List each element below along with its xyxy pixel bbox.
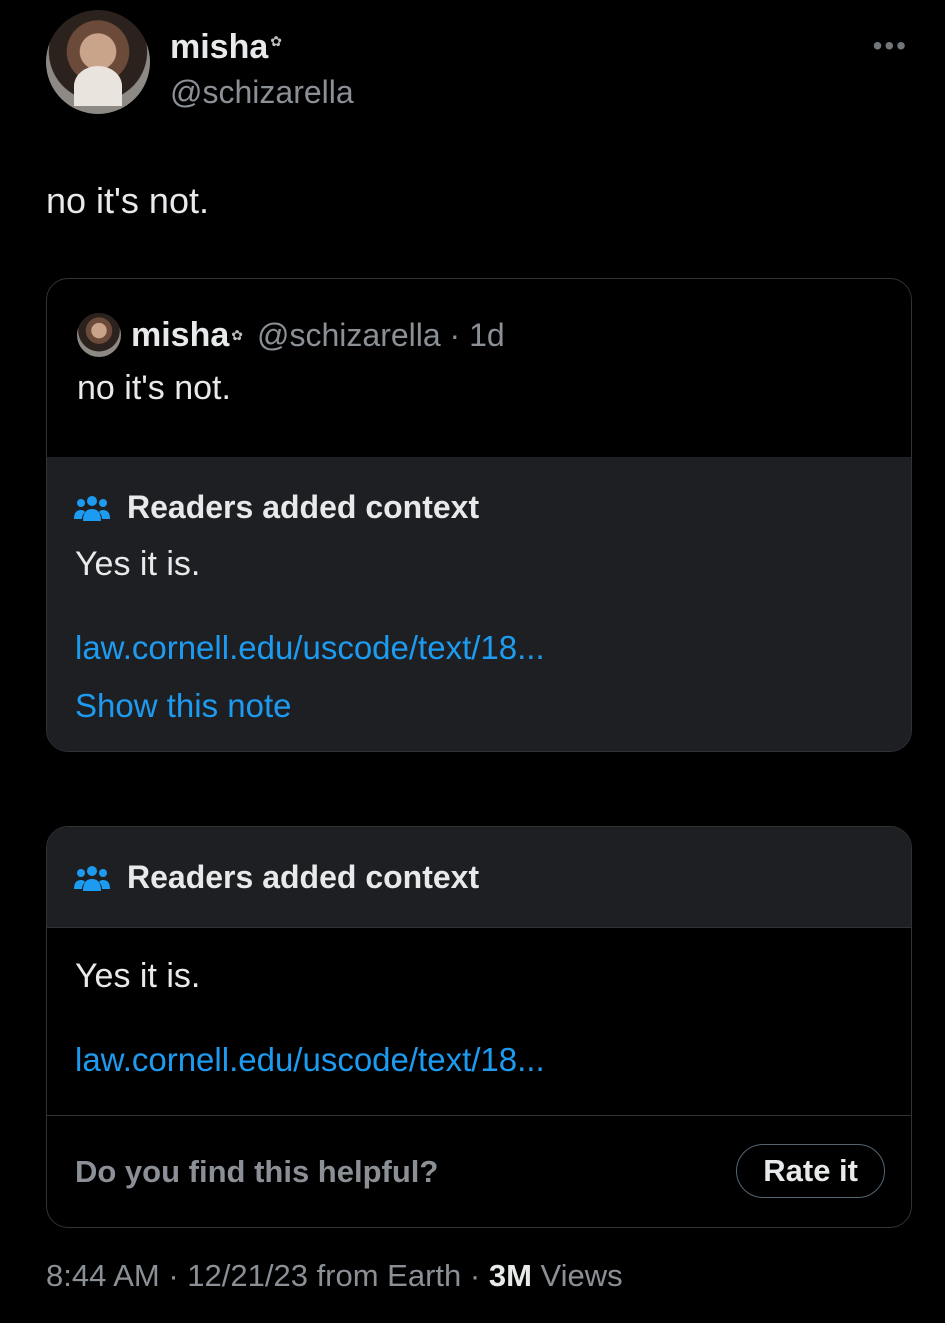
note-body: Yes it is. (75, 957, 201, 995)
show-note-link[interactable]: Show this note (75, 687, 291, 725)
views-count: 3M (488, 1258, 532, 1293)
author-name-label: misha (170, 28, 269, 66)
author-name[interactable]: misha ✿ (170, 28, 282, 67)
people-icon (74, 495, 110, 521)
tweet-header: misha ✿ @schizarella ••• (46, 10, 916, 120)
note-title: Readers added context (127, 489, 480, 525)
note-source-link[interactable]: law.cornell.edu/uscode/text/18... (75, 1041, 545, 1079)
quoted-avatar (77, 313, 121, 357)
quoted-tweet-card[interactable]: misha ✿ @schizarella · 1d no it's not. Re… (46, 278, 912, 752)
note-body: Yes it is. (75, 545, 201, 583)
helpful-prompt: Do you find this helpful? (75, 1154, 439, 1189)
views-label: Views (531, 1258, 623, 1293)
quoted-community-note: Readers added context Yes it is. law.cor… (47, 457, 911, 751)
community-note-header: Readers added context (47, 827, 911, 928)
note-source-link[interactable]: law.cornell.edu/uscode/text/18... (75, 629, 545, 667)
note-title-row: Readers added context (73, 859, 479, 896)
quoted-tweet-text: no it's not. (77, 369, 231, 407)
quoted-author-name: misha (131, 315, 230, 354)
more-options-icon[interactable]: ••• (873, 30, 908, 62)
author-handle[interactable]: @schizarella (170, 74, 354, 111)
flower-badge-icon: ✿ (231, 326, 243, 343)
quoted-handle-time: @schizarella · 1d (257, 316, 505, 353)
note-title-row: Readers added context (73, 489, 479, 526)
avatar[interactable] (46, 10, 150, 114)
community-note-card: Readers added context Yes it is. law.cor… (46, 826, 912, 1228)
tweet-meta: 8:44 AM · 12/21/23 from Earth · 3M Views (46, 1258, 623, 1294)
flower-badge-icon: ✿ (270, 32, 282, 49)
rate-it-button[interactable]: Rate it (736, 1144, 885, 1198)
note-title: Readers added context (127, 859, 480, 895)
note-footer: Do you find this helpful? Rate it (47, 1115, 911, 1227)
tweet-text: no it's not. (46, 180, 209, 221)
people-icon (74, 865, 110, 891)
quoted-tweet-header: misha ✿ @schizarella · 1d (77, 313, 505, 357)
timestamp[interactable]: 8:44 AM · 12/21/23 from Earth · (46, 1258, 489, 1293)
